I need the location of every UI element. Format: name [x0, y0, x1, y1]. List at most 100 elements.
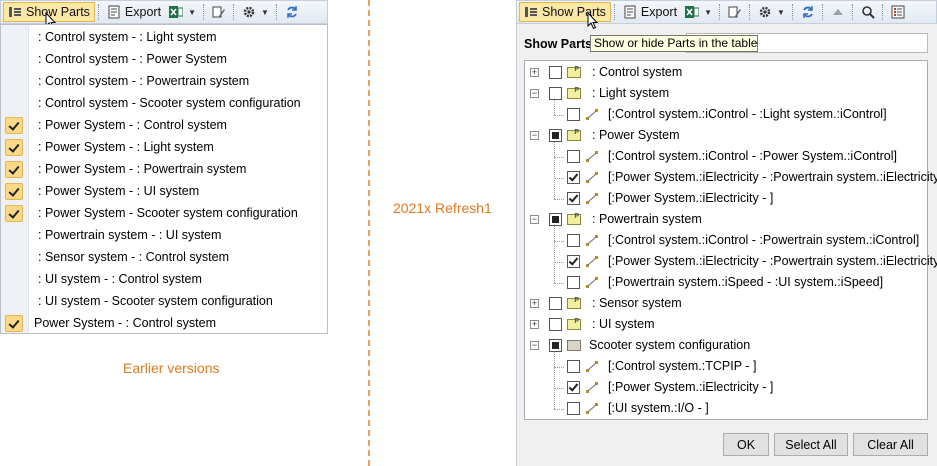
collapse-icon[interactable]: − [530, 341, 539, 350]
collapse-icon[interactable]: − [530, 89, 539, 98]
select-all-button[interactable]: Select All [774, 433, 848, 456]
tree-part-row[interactable]: + : Control system [525, 63, 925, 83]
connector-icon [585, 192, 599, 206]
menu-item[interactable]: : Power System - Scooter system configur… [1, 202, 327, 224]
menu-item[interactable]: : UI system - Scooter system configurati… [1, 290, 327, 312]
checkbox[interactable] [549, 87, 562, 100]
checkbox[interactable] [567, 381, 580, 394]
menu-item-label: : Sensor system - : Control system [38, 250, 230, 264]
checkbox[interactable] [549, 297, 562, 310]
tree-item-label: : Powertrain system [592, 212, 702, 226]
tree-connector-row[interactable]: [:Power System.:iElectricity - ] [525, 378, 925, 398]
toolbar-separator [851, 4, 854, 20]
checkbox[interactable] [567, 360, 580, 373]
edit-icon [212, 5, 226, 19]
tree-part-row[interactable]: − Scooter system configuration [525, 336, 925, 356]
export-button[interactable]: Export [103, 2, 165, 22]
excel-button[interactable]: ▼ [165, 2, 200, 22]
excel-dropdown-icon[interactable]: ▼ [704, 8, 712, 17]
tree-item-label: : Control system [592, 65, 683, 79]
settings-button[interactable]: ▼ [238, 2, 273, 22]
expand-icon[interactable]: + [530, 320, 539, 329]
checkbox[interactable] [567, 402, 580, 415]
show-parts-menu: : Control system - : Light system: Contr… [0, 24, 328, 334]
menu-item[interactable]: Power System - : Control system [1, 312, 327, 334]
expand-icon[interactable]: + [530, 299, 539, 308]
menu-item-label: : Power System - Scooter system configur… [38, 206, 298, 220]
move-up-button[interactable] [827, 2, 849, 22]
checkbox[interactable] [567, 108, 580, 121]
tree-connector-row[interactable]: [:Control system.:iControl - :Power Syst… [525, 147, 925, 167]
excel-dropdown-icon[interactable]: ▼ [188, 8, 196, 17]
checkbox[interactable] [567, 150, 580, 163]
menu-item[interactable]: : Control system - : Light system [1, 26, 327, 48]
checkbox[interactable] [549, 339, 562, 352]
settings-dropdown-icon[interactable]: ▼ [777, 8, 785, 17]
ok-button[interactable]: OK [723, 433, 769, 456]
export-button[interactable]: Export [619, 2, 681, 22]
menu-item[interactable]: : Power System - : Light system [1, 136, 327, 158]
checkbox[interactable] [549, 318, 562, 331]
toolbar-separator [275, 4, 278, 20]
properties-button[interactable] [887, 2, 909, 22]
checkbox[interactable] [567, 255, 580, 268]
tree-connector-row[interactable]: [:Power System.:iElectricity - :Powertra… [525, 168, 937, 188]
checkbox[interactable] [567, 192, 580, 205]
menu-item-label: : UI system - : Control system [38, 272, 202, 286]
checkbox[interactable] [567, 171, 580, 184]
refresh-button[interactable] [281, 2, 303, 22]
version-caption: 2021x Refresh1 [393, 200, 492, 216]
tree-part-row[interactable]: −: Light system [525, 84, 925, 104]
find-button[interactable] [857, 2, 879, 22]
menu-item[interactable]: : UI system - : Control system [1, 268, 327, 290]
tree-connector-row[interactable]: [:Power System.:iElectricity - ] [525, 189, 925, 209]
checkbox[interactable] [549, 129, 562, 142]
excel-button[interactable]: ▼ [681, 2, 716, 22]
properties-list-icon [891, 5, 905, 19]
refresh-icon [285, 5, 299, 19]
menu-item[interactable]: : Sensor system - : Control system [1, 246, 327, 268]
tree-item-label: [:Control system.:TCPIP - ] [608, 359, 757, 373]
refresh-button[interactable] [797, 2, 819, 22]
tree-item-label: : Sensor system [592, 296, 682, 310]
menu-item-label: : Power System - : Control system [38, 118, 227, 132]
menu-item[interactable]: : Powertrain system - : UI system [1, 224, 327, 246]
tree-part-row[interactable]: −: Power System [525, 126, 925, 146]
tree-connector-row[interactable]: [:UI system.:I/O - ] [525, 399, 925, 419]
tree-part-row[interactable]: − : Powertrain system [525, 210, 925, 230]
tree-connector-row[interactable]: [:Power System.:iElectricity - :Powertra… [525, 252, 937, 272]
checkbox[interactable] [567, 276, 580, 289]
menu-item[interactable]: : Control system - : Power System [1, 48, 327, 70]
excel-icon [169, 5, 184, 19]
menu-item[interactable]: : Power System - : UI system [1, 180, 327, 202]
edit-button[interactable] [724, 2, 746, 22]
menu-item[interactable]: : Control system - Scooter system config… [1, 92, 327, 114]
connector-icon [585, 276, 599, 290]
gear-icon [242, 5, 256, 19]
tree-connector-row[interactable]: [:Control system.:iControl - :Powertrain… [525, 231, 925, 251]
settings-dropdown-icon[interactable]: ▼ [261, 8, 269, 17]
clear-all-button[interactable]: Clear All [853, 433, 928, 456]
checkbox[interactable] [549, 213, 562, 226]
collapse-icon[interactable]: − [530, 131, 539, 140]
settings-button[interactable]: ▼ [754, 2, 789, 22]
part-icon [567, 87, 581, 99]
edit-icon [728, 5, 742, 19]
collapse-icon[interactable]: − [530, 215, 539, 224]
part-icon [567, 213, 581, 225]
tree-part-row[interactable]: + : Sensor system [525, 294, 925, 314]
tree-connector-row[interactable]: [:Powertrain system.:iSpeed - :UI system… [525, 273, 925, 293]
edit-button[interactable] [208, 2, 230, 22]
menu-item[interactable]: : Power System - : Control system [1, 114, 327, 136]
show-parts-tooltip: Show or hide Parts in the table [590, 35, 758, 52]
tree-connector-line [554, 115, 564, 116]
tree-part-row[interactable]: +: UI system [525, 315, 925, 335]
checkbox[interactable] [567, 234, 580, 247]
expand-icon[interactable]: + [530, 68, 539, 77]
tree-connector-row[interactable]: [:Control system.:TCPIP - ] [525, 357, 925, 377]
tree-connector-row[interactable]: [:Control system.:iControl - :Light syst… [525, 105, 925, 125]
checkbox[interactable] [549, 66, 562, 79]
tree-item-label: [:Power System.:iElectricity - ] [608, 191, 774, 205]
menu-item[interactable]: : Power System - : Powertrain system [1, 158, 327, 180]
menu-item[interactable]: : Control system - : Powertrain system [1, 70, 327, 92]
